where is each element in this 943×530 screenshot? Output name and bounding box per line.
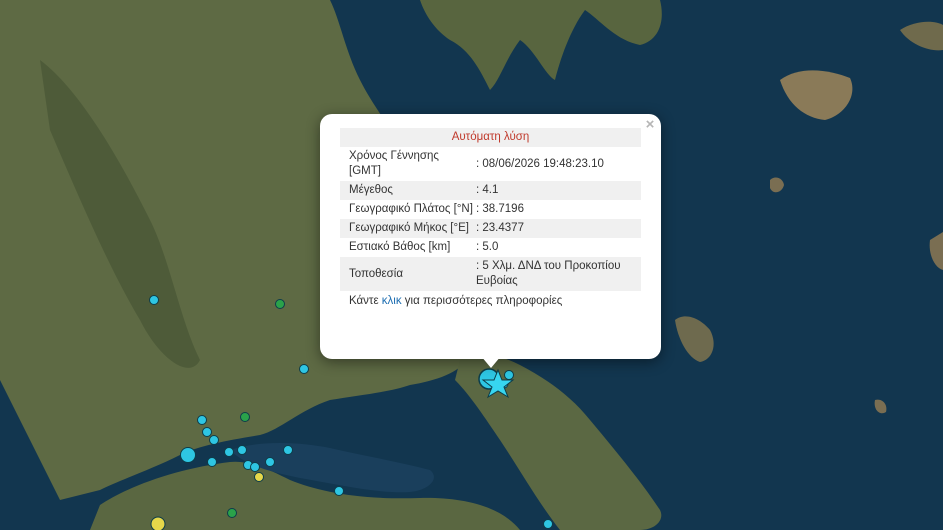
more-info-text: Κάντε κλικ για περισσότερες πληροφορίες: [340, 291, 641, 311]
quake-marker[interactable]: [299, 364, 309, 374]
location-label: Τοποθεσία: [340, 257, 474, 291]
solution-type-label: Αυτόματη λύση: [340, 128, 641, 147]
table-row: Τοποθεσία : 5 Χλμ. ΔΝΔ του Προκοπίου Ευβ…: [340, 257, 641, 291]
quake-marker[interactable]: [504, 370, 514, 380]
origin-time-label: Χρόνος Γέννησης [GMT]: [349, 150, 439, 177]
latitude-value: : 38.7196: [476, 203, 524, 215]
quake-marker[interactable]: [283, 445, 293, 455]
quake-marker[interactable]: [150, 516, 166, 530]
table-row: Εστιακό Βάθος [km] : 5.0: [340, 238, 641, 257]
depth-value: : 5.0: [476, 241, 499, 253]
quake-marker[interactable]: [237, 445, 247, 455]
more-info-row: Κάντε κλικ για περισσότερες πληροφορίες: [340, 291, 641, 311]
quake-marker[interactable]: [334, 486, 344, 496]
latitude-label: Γεωγραφικό Πλάτος [°N]: [349, 203, 473, 215]
magnitude-value: : 4.1: [474, 181, 641, 200]
quake-marker[interactable]: [202, 427, 212, 437]
table-row: Μέγεθος : 4.1: [340, 181, 641, 200]
close-icon[interactable]: ×: [643, 117, 657, 133]
quake-marker[interactable]: [543, 519, 553, 529]
quake-marker[interactable]: [227, 508, 237, 518]
table-row: Γεωγραφικό Πλάτος [°N] : 38.7196: [340, 200, 641, 219]
depth-label: Εστιακό Βάθος [km]: [349, 241, 451, 253]
quake-marker[interactable]: [209, 435, 219, 445]
origin-time-value: : 08/06/2026 19:48:23.10: [476, 157, 604, 170]
quake-marker[interactable]: [149, 295, 159, 305]
quake-marker[interactable]: [275, 299, 285, 309]
popup-tip: [481, 356, 501, 368]
quake-marker[interactable]: [180, 447, 196, 463]
quake-marker[interactable]: [224, 447, 234, 457]
longitude-label: Γεωγραφικό Μήκος [°E]: [340, 219, 474, 238]
more-info-link[interactable]: κλικ: [382, 295, 402, 307]
magnitude-label: Μέγεθος: [340, 181, 474, 200]
quake-marker[interactable]: [197, 415, 207, 425]
table-row: Γεωγραφικό Μήκος [°E] : 23.4377: [340, 219, 641, 238]
table-row: Χρόνος Γέννησης [GMT] : 08/06/2026 19:48…: [340, 147, 641, 181]
more-info-prefix: Κάντε: [349, 295, 382, 307]
quake-marker[interactable]: [207, 457, 217, 467]
quake-marker[interactable]: [250, 462, 260, 472]
location-value: : 5 Χλμ. ΔΝΔ του Προκοπίου Ευβοίας: [474, 257, 641, 291]
earthquake-info-table: Αυτόματη λύση Χρόνος Γέννησης [GMT] : 08…: [340, 128, 641, 311]
quake-marker[interactable]: [254, 472, 264, 482]
table-header-row: Αυτόματη λύση: [340, 128, 641, 147]
quake-marker[interactable]: [265, 457, 275, 467]
longitude-value: : 23.4377: [474, 219, 641, 238]
more-info-suffix: για περισσότερες πληροφορίες: [401, 295, 563, 307]
quake-marker[interactable]: [240, 412, 250, 422]
